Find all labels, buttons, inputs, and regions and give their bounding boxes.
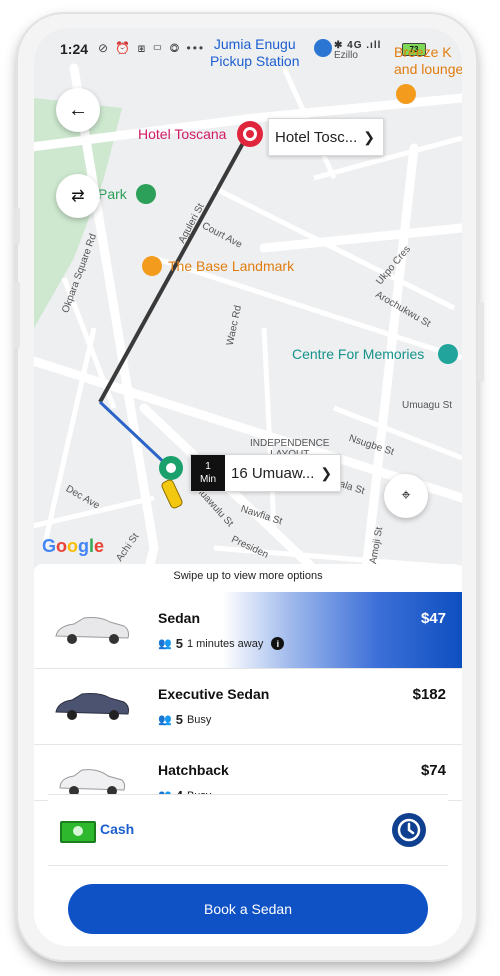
map-view[interactable]: 1:24 ⊘ ⏰ ⧆ ▭ ◎ ••• ✱ 4G .ıll 73 Jumia En… [34, 28, 462, 588]
ride-price: $182 [412, 686, 446, 703]
ride-status: Busy [186, 713, 212, 726]
payment-method[interactable]: Cash [100, 821, 134, 837]
ride-price: $47 [420, 610, 446, 627]
poi-label-park: Park [98, 186, 127, 202]
google-logo: Google [42, 536, 105, 556]
poi-label-breeze: Breeze K and lounge [394, 44, 462, 77]
recenter-button[interactable]: ⌖ [384, 474, 428, 518]
arrow-left-icon: ← [68, 98, 88, 121]
poi-label-jumia: Jumia Enugu Pickup Station [210, 36, 300, 69]
status-time: 1:24 [60, 41, 89, 57]
chevron-right-icon: ❯ [363, 128, 375, 145]
pickup-callout[interactable]: 1 Min 16 Umuaw... ❯ [190, 454, 342, 492]
status-icons: ⊘ ⏰ ⧆ ▭ ◎ ••• [98, 41, 206, 55]
ride-option-hatchback[interactable]: Hatchback 👥 4 Busy $74 [34, 744, 462, 801]
cash-icon [60, 821, 96, 843]
pickup-callout-text: 16 Umuaw... [231, 464, 315, 482]
ride-meta: 👥 5 1 minutes away i [158, 636, 285, 651]
ride-price: $74 [420, 762, 446, 779]
poi-label-base-landmark: The Base Landmark [168, 258, 295, 274]
payment-row: Cash [48, 794, 448, 866]
ride-seats: 5 [175, 712, 183, 727]
schedule-button[interactable] [392, 813, 426, 847]
ride-meta: 👥 5 Busy [158, 712, 211, 727]
poi-label-hotel-toscana: Hotel Toscana [138, 126, 227, 142]
clock-icon [397, 818, 421, 842]
destination-callout-text: Hotel Tosc... [275, 128, 358, 146]
phone-side-button [14, 208, 20, 244]
ride-seats: 5 [175, 636, 183, 651]
info-icon[interactable]: i [271, 637, 285, 650]
ride-name: Executive Sedan [158, 686, 270, 702]
people-icon: 👥 [158, 714, 172, 726]
shuffle-button[interactable]: ⇄ [56, 174, 100, 218]
executive-sedan-car-icon [55, 693, 129, 720]
phone-side-button [14, 282, 20, 348]
taxi-car [161, 479, 183, 509]
eta-unit: Min [199, 474, 217, 485]
ride-name: Sedan [158, 610, 201, 626]
ride-status: 1 minutes away [186, 637, 264, 650]
area-label-ezillo: Ezillo [334, 50, 358, 61]
crosshair-icon: ⌖ [401, 487, 411, 504]
sedan-car-icon [55, 617, 129, 644]
ride-option-executive-sedan[interactable]: Executive Sedan 👥 5 Busy $182 [34, 668, 462, 745]
phone-side-button [478, 302, 484, 382]
swipe-hint: Swipe up to view more options [173, 570, 323, 582]
ride-options-sheet[interactable]: Swipe up to view more options Sedan 👥 5 … [34, 564, 462, 946]
poi-label-centre: Centre For Memories [292, 346, 425, 362]
destination-callout[interactable]: Hotel Tosc... ❯ [268, 118, 384, 156]
ride-option-sedan[interactable]: Sedan 👥 5 1 minutes away i $47 [34, 592, 462, 669]
book-button[interactable]: Book a Sedan [68, 884, 428, 934]
eta-badge: 1 Min [191, 455, 225, 491]
eta-value: 1 [205, 461, 211, 472]
ride-name: Hatchback [158, 762, 229, 778]
people-icon: 👥 [158, 638, 172, 650]
shuffle-icon: ⇄ [71, 188, 85, 205]
street-umuagu: Umuagu St [402, 400, 453, 411]
app-screen: 1:24 ⊘ ⏰ ⧆ ▭ ◎ ••• ✱ 4G .ıll 73 Jumia En… [34, 28, 462, 946]
chevron-right-icon: ❯ [320, 464, 333, 481]
back-button[interactable]: ← [56, 88, 100, 132]
